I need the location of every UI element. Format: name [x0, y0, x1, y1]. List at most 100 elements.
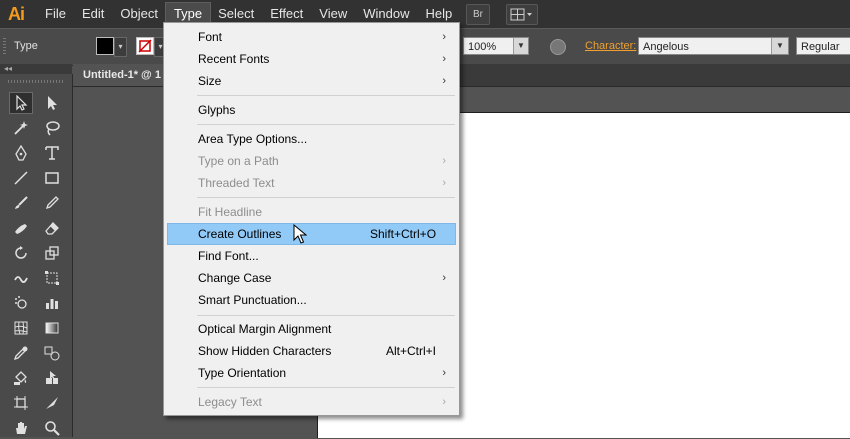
- character-panel-link[interactable]: Character:: [585, 40, 636, 52]
- type-tool-icon[interactable]: [40, 142, 64, 164]
- tool-panel-collapse[interactable]: ◂◂: [0, 64, 72, 74]
- free-transform-tool-icon[interactable]: [40, 267, 64, 289]
- fill-swatch[interactable]: [96, 37, 114, 55]
- menu-item-legacy-text[interactable]: Legacy Text ›: [167, 391, 456, 413]
- hand-tool-icon[interactable]: [9, 417, 33, 439]
- submenu-arrow-icon: ›: [442, 396, 446, 408]
- menu-item-label: Size: [198, 74, 222, 88]
- menu-item-label: Area Type Options...: [198, 132, 308, 146]
- bridge-button[interactable]: Br: [466, 4, 490, 25]
- blend-tool-icon[interactable]: [40, 342, 64, 364]
- slice-tool-icon[interactable]: [40, 392, 64, 414]
- submenu-arrow-icon: ›: [442, 75, 446, 87]
- menu-item-label: Create Outlines: [198, 227, 282, 241]
- menu-item-label: Font: [198, 30, 223, 44]
- selection-tool-icon[interactable]: [9, 92, 33, 114]
- font-family-field[interactable]: Angelous ▼: [638, 37, 789, 55]
- submenu-arrow-icon: ›: [442, 53, 446, 65]
- menu-item-label: Optical Margin Alignment: [198, 322, 332, 336]
- arrange-documents-icon: [510, 8, 532, 21]
- magic-wand-tool-icon[interactable]: [9, 117, 33, 139]
- menu-item-glyphs[interactable]: Glyphs: [167, 99, 456, 121]
- menu-item-shortcut: Alt+Ctrl+I: [386, 344, 437, 358]
- menu-item-recent-fonts[interactable]: Recent Fonts ›: [167, 48, 456, 70]
- column-graph-tool-icon[interactable]: [40, 292, 64, 314]
- symbol-sprayer-tool-icon[interactable]: [9, 292, 33, 314]
- chevron-down-icon[interactable]: ▼: [513, 38, 528, 54]
- blob-brush-tool-icon[interactable]: [9, 217, 33, 239]
- menu-item-optical-margin-alignment[interactable]: Optical Margin Alignment: [167, 318, 456, 340]
- menu-item-type-on-a-path[interactable]: Type on a Path ›: [167, 150, 456, 172]
- live-paint-selection-tool-icon[interactable]: [40, 367, 64, 389]
- menu-separator: [197, 387, 455, 388]
- menu-item-font[interactable]: Font ›: [167, 26, 456, 48]
- no-stroke-icon: [138, 39, 152, 53]
- menu-edit[interactable]: Edit: [74, 3, 112, 25]
- pen-tool-icon[interactable]: [9, 142, 33, 164]
- live-paint-bucket-tool-icon[interactable]: [9, 367, 33, 389]
- mouse-cursor-icon: [293, 224, 307, 244]
- control-bar-grip[interactable]: [3, 38, 6, 56]
- menu-separator: [197, 197, 455, 198]
- font-style-value: Regular: [801, 41, 840, 53]
- menu-item-create-outlines[interactable]: Create Outlines Shift+Ctrl+O: [167, 223, 456, 245]
- tools-panel: [0, 74, 73, 437]
- menu-item-fit-headline[interactable]: Fit Headline: [167, 201, 456, 223]
- eyedropper-tool-icon[interactable]: [9, 342, 33, 364]
- fill-dropdown[interactable]: ▾: [114, 37, 127, 57]
- opacity-field[interactable]: 100% ▼: [463, 37, 529, 55]
- menu-item-find-font[interactable]: Find Font...: [167, 245, 456, 267]
- type-menu-dropdown: Font › Recent Fonts › Size › Glyphs Area…: [163, 22, 460, 416]
- submenu-arrow-icon: ›: [442, 155, 446, 167]
- menu-item-label: Smart Punctuation...: [198, 293, 307, 307]
- menu-item-label: Type on a Path: [198, 154, 279, 168]
- menu-item-show-hidden-characters[interactable]: Show Hidden Characters Alt+Ctrl+I: [167, 340, 456, 362]
- menu-item-label: Change Case: [198, 271, 272, 285]
- rotate-tool-icon[interactable]: [9, 242, 33, 264]
- chevron-down-icon[interactable]: ▼: [771, 38, 788, 54]
- eraser-tool-icon[interactable]: [40, 217, 64, 239]
- menu-item-label: Threaded Text: [198, 176, 275, 190]
- font-style-field[interactable]: Regular: [796, 37, 850, 55]
- menu-item-label: Glyphs: [198, 103, 236, 117]
- menu-file[interactable]: File: [37, 3, 74, 25]
- app-logo: Ai: [8, 3, 25, 24]
- menu-item-size[interactable]: Size ›: [167, 70, 456, 92]
- paintbrush-tool-icon[interactable]: [9, 192, 33, 214]
- menu-item-label: Type Orientation: [198, 366, 287, 380]
- menu-item-area-type-options[interactable]: Area Type Options...: [167, 128, 456, 150]
- scale-tool-icon[interactable]: [40, 242, 64, 264]
- menu-item-label: Find Font...: [198, 249, 259, 263]
- opacity-value: 100%: [468, 41, 497, 53]
- font-family-value: Angelous: [643, 41, 689, 53]
- warp-tool-icon[interactable]: [9, 267, 33, 289]
- submenu-arrow-icon: ›: [442, 31, 446, 43]
- gradient-tool-icon[interactable]: [40, 317, 64, 339]
- line-segment-tool-icon[interactable]: [9, 167, 33, 189]
- current-tool-label: Type: [14, 40, 38, 52]
- arrange-documents-button[interactable]: [506, 4, 538, 25]
- artboard-tool-icon[interactable]: [9, 392, 33, 414]
- submenu-arrow-icon: ›: [442, 367, 446, 379]
- pencil-tool-icon[interactable]: [40, 192, 64, 214]
- menu-item-smart-punctuation[interactable]: Smart Punctuation...: [167, 289, 456, 311]
- menu-item-change-case[interactable]: Change Case ›: [167, 267, 456, 289]
- menu-item-type-orientation[interactable]: Type Orientation ›: [167, 362, 456, 384]
- menu-item-label: Fit Headline: [198, 205, 263, 219]
- direct-selection-tool-icon[interactable]: [40, 92, 64, 114]
- menu-item-label: Legacy Text: [198, 395, 262, 409]
- zoom-tool-icon[interactable]: [40, 417, 64, 439]
- submenu-arrow-icon: ›: [442, 177, 446, 189]
- menu-object[interactable]: Object: [112, 3, 166, 25]
- document-tab[interactable]: Untitled-1* @ 1: [73, 64, 168, 86]
- rectangle-tool-icon[interactable]: [40, 167, 64, 189]
- stroke-swatch[interactable]: [136, 37, 154, 55]
- menu-separator: [197, 124, 455, 125]
- lasso-tool-icon[interactable]: [40, 117, 64, 139]
- menu-item-threaded-text[interactable]: Threaded Text ›: [167, 172, 456, 194]
- menu-item-label: Show Hidden Characters: [198, 344, 332, 358]
- recolor-artwork-icon[interactable]: [550, 39, 566, 55]
- menu-separator: [197, 95, 455, 96]
- tool-panel-grip[interactable]: [8, 80, 64, 83]
- mesh-tool-icon[interactable]: [9, 317, 33, 339]
